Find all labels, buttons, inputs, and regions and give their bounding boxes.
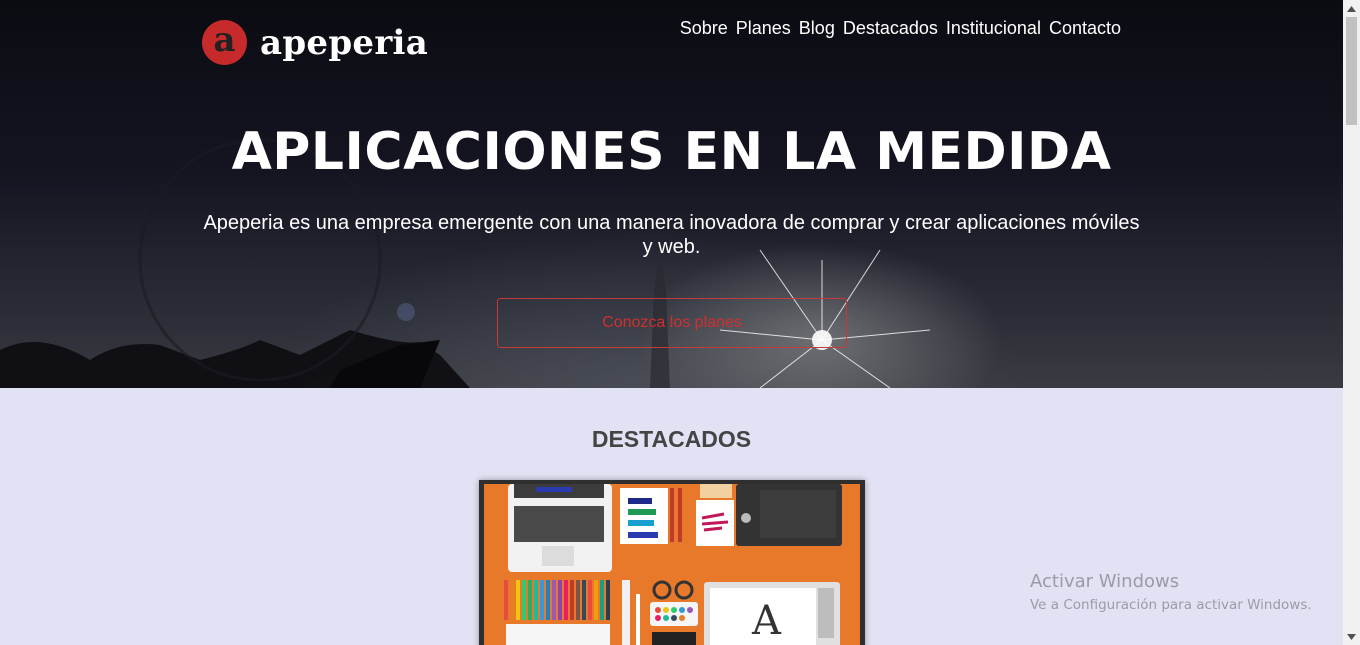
nav-item-contacto[interactable]: Contacto xyxy=(1049,18,1121,39)
nav-item-institucional[interactable]: Institucional xyxy=(946,18,1041,39)
hero-section: a apeperia Sobre Planes Blog Destacados … xyxy=(0,0,1343,388)
markers-row-icon xyxy=(616,550,846,576)
featured-card[interactable]: A xyxy=(479,480,865,645)
nav-item-blog[interactable]: Blog xyxy=(799,18,835,39)
logo-icon: a xyxy=(202,20,247,65)
scroll-down-arrow-icon[interactable] xyxy=(1343,628,1360,645)
svg-text:A: A xyxy=(751,598,782,644)
vertical-scrollbar[interactable] xyxy=(1343,0,1360,645)
brand-logo[interactable]: a apeperia xyxy=(202,20,428,65)
nav-item-destacados[interactable]: Destacados xyxy=(843,18,938,39)
main-nav: Sobre Planes Blog Destacados Institucion… xyxy=(680,18,1121,39)
featured-image[interactable]: A xyxy=(484,484,860,645)
windows-activation-watermark: Activar Windows Ve a Configuración para … xyxy=(1030,571,1312,613)
designer-desk-illustration: A xyxy=(484,484,860,645)
brand-name: apeperia xyxy=(260,22,429,63)
scroll-up-arrow-icon[interactable] xyxy=(1343,0,1360,17)
featured-title: DESTACADOS xyxy=(591,426,752,452)
nav-item-planes[interactable]: Planes xyxy=(736,18,791,39)
scrollbar-thumb[interactable] xyxy=(1346,17,1357,125)
watermark-subtitle: Ve a Configuración para activar Windows. xyxy=(1030,597,1312,613)
palette-icon xyxy=(650,602,698,626)
watermark-title: Activar Windows xyxy=(1030,571,1180,592)
cta-plans-button[interactable]: Conozca los planes xyxy=(497,298,847,348)
hero-subtitle: Apeperia es una empresa emergente con un… xyxy=(203,212,1140,258)
hero-title: APLICACIONES EN LA MEDIDA xyxy=(231,122,1112,182)
nav-item-sobre[interactable]: Sobre xyxy=(680,18,728,39)
notebook-icon xyxy=(506,624,610,645)
